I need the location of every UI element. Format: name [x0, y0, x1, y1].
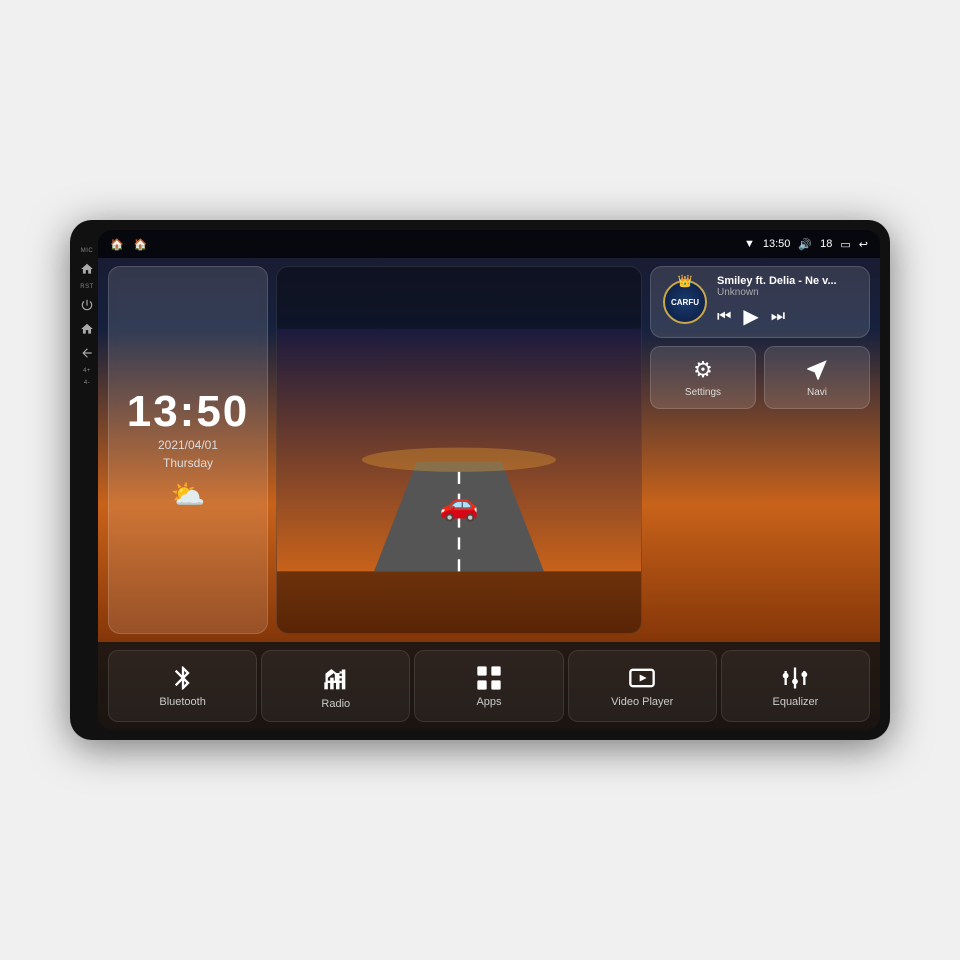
carfu-logo-text: CARFU	[671, 298, 699, 307]
radio-nav-item[interactable]: Radio	[261, 650, 410, 722]
vol-up-label: 4+	[83, 368, 91, 374]
video-nav-item[interactable]: Video Player	[568, 650, 717, 722]
nav-home-button[interactable]	[78, 320, 96, 338]
status-time: 13:50	[763, 238, 791, 250]
location-status-icon: 🏠	[134, 238, 148, 251]
road-car: 🚗	[439, 485, 479, 523]
bottom-nav: Bluetooth Radio	[98, 642, 880, 730]
weather-icon: ⛅	[171, 478, 206, 511]
navi-label: Navi	[807, 387, 827, 398]
battery-status-icon: ▭	[840, 238, 850, 251]
main-content: 13:50 2021/04/01 Thursday ⛅	[98, 258, 880, 642]
bluetooth-nav-item[interactable]: Bluetooth	[108, 650, 257, 722]
navi-button[interactable]: Navi	[764, 346, 870, 409]
navi-icon	[804, 357, 830, 383]
rst-label: RST	[80, 284, 94, 290]
apps-label: Apps	[476, 696, 501, 708]
status-left: 🏠 🏠	[110, 238, 147, 251]
apps-icon	[475, 664, 503, 692]
settings-icon: ⚙	[693, 357, 713, 383]
clock-day: Thursday	[163, 456, 213, 470]
music-logo: 👑 CARFU	[663, 280, 707, 324]
volume-status-icon: 🔊	[798, 238, 812, 251]
equalizer-label: Equalizer	[772, 696, 818, 708]
power-button[interactable]	[78, 296, 96, 314]
back-button[interactable]	[78, 344, 96, 362]
music-artist: Unknown	[717, 287, 857, 298]
clock-widget: 13:50 2021/04/01 Thursday ⛅	[108, 266, 268, 634]
music-title: Smiley ft. Delia - Ne v...	[717, 275, 847, 287]
top-widgets: 13:50 2021/04/01 Thursday ⛅	[98, 258, 880, 642]
vol-down-label: 4-	[84, 380, 90, 386]
equalizer-icon	[781, 664, 809, 692]
speedometer-widget: 🚗	[276, 266, 642, 634]
volume-level: 18	[820, 238, 832, 250]
settings-button[interactable]: ⚙ Settings	[650, 346, 756, 409]
music-controls: ⏮ ▶ ⏭	[717, 304, 857, 329]
play-button[interactable]: ▶	[743, 304, 758, 329]
music-info: Smiley ft. Delia - Ne v... Unknown ⏮ ▶ ⏭	[717, 275, 857, 329]
status-right: ▼ 13:50 🔊 18 ▭ ↩	[744, 238, 868, 251]
home-button[interactable]	[78, 260, 96, 278]
road-background	[277, 267, 641, 633]
back-status-icon: ↩	[859, 238, 868, 251]
bluetooth-icon	[169, 664, 197, 692]
clock-time: 13:50	[127, 390, 250, 434]
settings-label: Settings	[685, 387, 721, 398]
radio-bars-icon	[322, 666, 350, 694]
side-buttons-panel: MIC RST 4+ 4-	[70, 230, 98, 730]
clock-date: 2021/04/01	[158, 438, 218, 452]
wifi-icon: ▼	[744, 238, 755, 250]
video-icon	[628, 664, 656, 692]
quick-buttons: ⚙ Settings Navi	[650, 346, 870, 409]
prev-button[interactable]: ⏮	[717, 308, 731, 326]
crown-icon: 👑	[678, 274, 693, 288]
radio-label: Radio	[321, 698, 350, 710]
apps-nav-item[interactable]: Apps	[414, 650, 563, 722]
bluetooth-label: Bluetooth	[159, 696, 205, 708]
status-bar: 🏠 🏠 ▼ 13:50 🔊 18 ▭ ↩	[98, 230, 880, 258]
car-head-unit: MIC RST 4+ 4- 🏠 🏠 ▼ 1	[70, 220, 890, 740]
home-status-icon: 🏠	[110, 238, 124, 251]
right-panel: 👑 CARFU Smiley ft. Delia - Ne v... Unkno…	[650, 266, 870, 634]
video-label: Video Player	[611, 696, 673, 708]
screen: 🏠 🏠 ▼ 13:50 🔊 18 ▭ ↩ 13:50	[98, 230, 880, 730]
next-button[interactable]: ⏭	[771, 308, 785, 326]
equalizer-nav-item[interactable]: Equalizer	[721, 650, 870, 722]
music-widget[interactable]: 👑 CARFU Smiley ft. Delia - Ne v... Unkno…	[650, 266, 870, 338]
main-screen: 🏠 🏠 ▼ 13:50 🔊 18 ▭ ↩ 13:50	[98, 230, 880, 730]
mic-label: MIC	[81, 248, 94, 254]
